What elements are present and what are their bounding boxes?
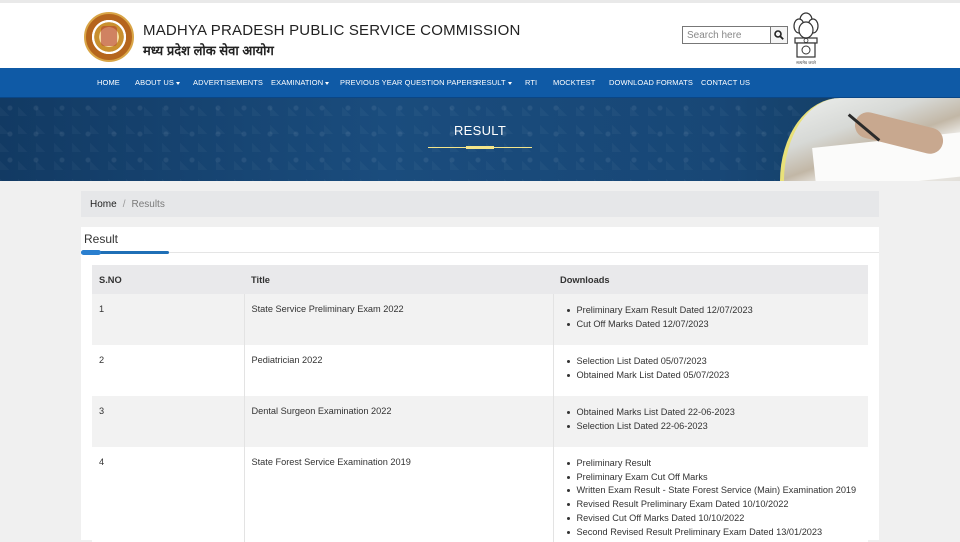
card-title-accent-knob (81, 250, 101, 255)
nav-label: MOCKTEST (553, 78, 596, 87)
cell-title: State Forest Service Examination 2019 (244, 447, 554, 542)
nav-advertisements[interactable]: ADVERTISEMENTS (193, 68, 263, 98)
nav-label: RTI (525, 78, 538, 87)
table-row: 1 State Service Preliminary Exam 2022 Pr… (92, 294, 868, 345)
banner-title: RESULT (453, 123, 507, 138)
breadcrumb-home-link[interactable]: Home (90, 199, 117, 210)
nav-label: ADVERTISEMENTS (193, 78, 264, 87)
cell-downloads: Preliminary Result Preliminary Exam Cut … (553, 447, 868, 542)
table-row: 2 Pediatrician 2022 Selection List Dated… (92, 345, 868, 396)
nav-rti[interactable]: RTI (525, 68, 537, 98)
nav-label: RESULT (476, 78, 506, 87)
nav-label: CONTACT US (701, 78, 751, 87)
site-header: MADHYA PRADESH PUBLIC SERVICE COMMISSION… (0, 0, 960, 68)
download-list: Selection List Dated 05/07/2023 Obtained… (561, 355, 862, 382)
download-link[interactable]: Preliminary Exam Result Dated 12/07/2023 (566, 304, 862, 318)
nav-mocktest[interactable]: MOCKTEST (553, 68, 595, 98)
banner-title-dash (466, 146, 494, 149)
cell-downloads: Selection List Dated 05/07/2023 Obtained… (553, 345, 868, 396)
download-list: Obtained Marks List Dated 22-06-2023 Sel… (561, 406, 862, 433)
search-icon (774, 30, 784, 40)
cell-sno: 1 (92, 294, 245, 345)
nav-label: ABOUT US (135, 78, 175, 87)
column-header-title: Title (244, 265, 553, 294)
cell-sno: 2 (92, 345, 245, 396)
download-link[interactable]: Selection List Dated 22-06-2023 (566, 420, 862, 434)
banner-photo (780, 98, 960, 181)
download-link[interactable]: Obtained Mark List Dated 05/07/2023 (566, 369, 862, 383)
download-link[interactable]: Selection List Dated 05/07/2023 (566, 355, 862, 369)
nav-home[interactable]: HOME (97, 68, 120, 98)
caret-down-icon (507, 81, 512, 85)
nav-download-formats[interactable]: DOWNLOAD FORMATS (609, 68, 693, 98)
download-link[interactable]: Written Exam Result - State Forest Servi… (566, 484, 862, 498)
caret-down-icon (176, 81, 181, 85)
download-list: Preliminary Exam Result Dated 12/07/2023… (561, 304, 862, 331)
column-header-sno: S.NO (92, 265, 244, 294)
table-header-row: S.NO Title Downloads (92, 265, 868, 294)
org-name-english: MADHYA PRADESH PUBLIC SERVICE COMMISSION (143, 22, 521, 39)
emblem-caption: सत्यमेव जयते (796, 60, 816, 65)
download-list: Preliminary Result Preliminary Exam Cut … (561, 457, 862, 539)
main-nav: HOME ABOUT US ADVERTISEMENTS EXAMINATION… (0, 68, 960, 98)
nav-label: PREVIOUS YEAR QUESTION PAPERS (340, 78, 478, 87)
search-button[interactable] (770, 27, 787, 43)
card-title: Result (84, 232, 119, 246)
cell-downloads: Obtained Marks List Dated 22-06-2023 Sel… (553, 396, 868, 447)
result-card: Result S.NO Title Downloads 1 State Serv… (81, 227, 879, 542)
results-table: S.NO Title Downloads 1 State Service Pre… (92, 265, 868, 542)
cell-downloads: Preliminary Exam Result Dated 12/07/2023… (553, 294, 868, 345)
cell-title: Dental Surgeon Examination 2022 (244, 396, 554, 447)
nav-previous-year-papers[interactable]: PREVIOUS YEAR QUESTION PAPERS (340, 68, 477, 98)
caret-down-icon (325, 81, 330, 85)
search-input[interactable] (683, 27, 770, 43)
nav-result[interactable]: RESULT (476, 68, 512, 98)
download-link[interactable]: Preliminary Exam Cut Off Marks (566, 471, 862, 485)
cell-title: Pediatrician 2022 (244, 345, 554, 396)
table-row: 4 State Forest Service Examination 2019 … (92, 447, 868, 542)
search-form (682, 26, 788, 44)
breadcrumb-current: Results (131, 198, 165, 210)
nav-label: DOWNLOAD FORMATS (609, 78, 693, 87)
table-row: 3 Dental Surgeon Examination 2022 Obtain… (92, 396, 868, 447)
card-title-divider (81, 252, 879, 253)
download-link[interactable]: Cut Off Marks Dated 12/07/2023 (566, 318, 862, 332)
download-link[interactable]: Revised Cut Off Marks Dated 10/10/2022 (566, 512, 862, 526)
breadcrumb: Home / Results (81, 191, 879, 217)
nav-about-us[interactable]: ABOUT US (135, 68, 181, 98)
nav-label: HOME (97, 78, 120, 87)
nav-contact-us[interactable]: CONTACT US (701, 68, 750, 98)
nav-examination[interactable]: EXAMINATION (271, 68, 330, 98)
download-link[interactable]: Second Revised Result Preliminary Exam D… (566, 526, 862, 540)
column-header-downloads: Downloads (553, 265, 868, 294)
cell-sno: 3 (92, 396, 245, 447)
breadcrumb-separator: / (122, 198, 126, 210)
nav-label: EXAMINATION (271, 78, 324, 87)
download-link[interactable]: Preliminary Result (566, 457, 862, 471)
org-name-hindi: मध्य प्रदेश लोक सेवा आयोग (143, 43, 274, 58)
cell-title: State Service Preliminary Exam 2022 (244, 294, 554, 345)
download-link[interactable]: Obtained Marks List Dated 22-06-2023 (566, 406, 862, 420)
page-banner: RESULT (0, 98, 960, 181)
national-emblem-icon: सत्यमेव जयते (793, 12, 819, 65)
cell-sno: 4 (92, 447, 245, 542)
mppsc-logo-icon[interactable] (84, 12, 134, 62)
download-link[interactable]: Revised Result Preliminary Exam Dated 10… (566, 498, 862, 512)
